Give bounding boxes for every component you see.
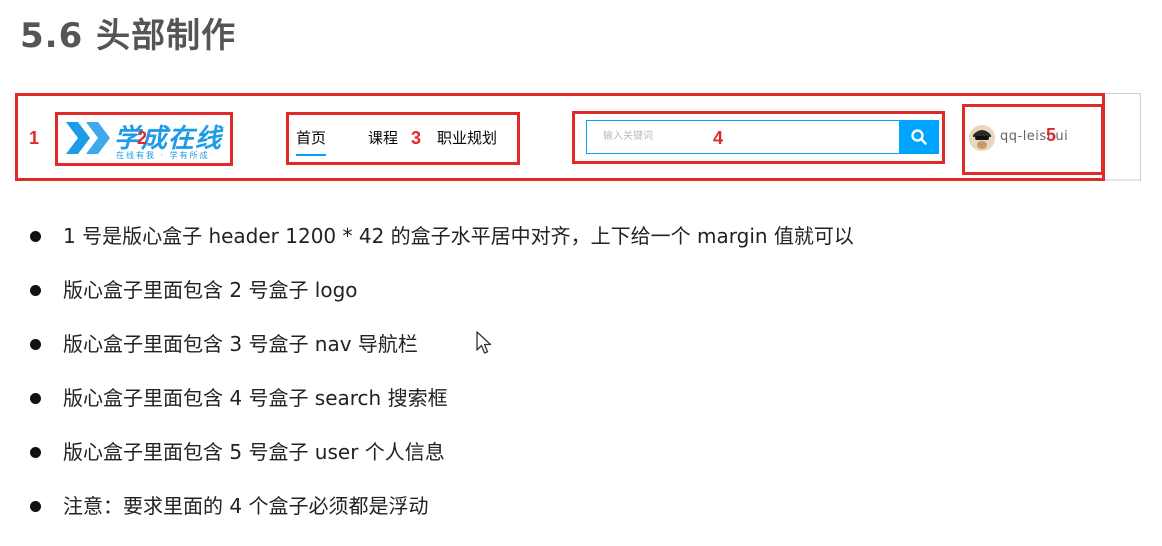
bullet-dot-icon bbox=[30, 447, 41, 458]
list-item: 版心盒子里面包含 5 号盒子 user 个人信息 bbox=[30, 438, 854, 492]
annotation-label-5: 5 bbox=[1046, 125, 1057, 145]
list-item-text: 版心盒子里面包含 5 号盒子 user 个人信息 bbox=[63, 440, 445, 464]
bullet-dot-icon bbox=[30, 285, 41, 296]
list-item: 版心盒子里面包含 2 号盒子 logo bbox=[30, 276, 854, 330]
list-item-text: 版心盒子里面包含 2 号盒子 logo bbox=[63, 278, 358, 302]
list-item: 注意：要求里面的 4 个盒子必须都是浮动 bbox=[30, 492, 854, 546]
list-item: 版心盒子里面包含 4 号盒子 search 搜索框 bbox=[30, 384, 854, 438]
bullet-list: 1 号是版心盒子 header 1200 * 42 的盒子水平居中对齐，上下给一… bbox=[30, 222, 854, 546]
list-item: 1 号是版心盒子 header 1200 * 42 的盒子水平居中对齐，上下给一… bbox=[30, 222, 854, 276]
annotation-label-1: 1 bbox=[29, 128, 40, 148]
list-item-text: 版心盒子里面包含 3 号盒子 nav 导航栏 bbox=[63, 332, 418, 356]
annotation-box-3 bbox=[286, 112, 520, 165]
bullet-dot-icon bbox=[30, 501, 41, 512]
annotation-label-4: 4 bbox=[713, 128, 724, 148]
list-item-text: 版心盒子里面包含 4 号盒子 search 搜索框 bbox=[63, 386, 448, 410]
page-title: 5.6 头部制作 bbox=[20, 16, 237, 56]
list-item-text: 注意：要求里面的 4 个盒子必须都是浮动 bbox=[63, 494, 429, 518]
bullet-dot-icon bbox=[30, 393, 41, 404]
annotation-box-4 bbox=[572, 111, 945, 164]
list-item-text: 1 号是版心盒子 header 1200 * 42 的盒子水平居中对齐，上下给一… bbox=[63, 224, 854, 248]
annotation-label-2: 2 bbox=[137, 128, 148, 148]
bullet-dot-icon bbox=[30, 231, 41, 242]
bullet-dot-icon bbox=[30, 339, 41, 350]
mouse-cursor-icon bbox=[475, 330, 493, 360]
annotation-label-3: 3 bbox=[411, 128, 422, 148]
annotation-box-5 bbox=[962, 104, 1104, 175]
list-item: 版心盒子里面包含 3 号盒子 nav 导航栏 bbox=[30, 330, 854, 384]
